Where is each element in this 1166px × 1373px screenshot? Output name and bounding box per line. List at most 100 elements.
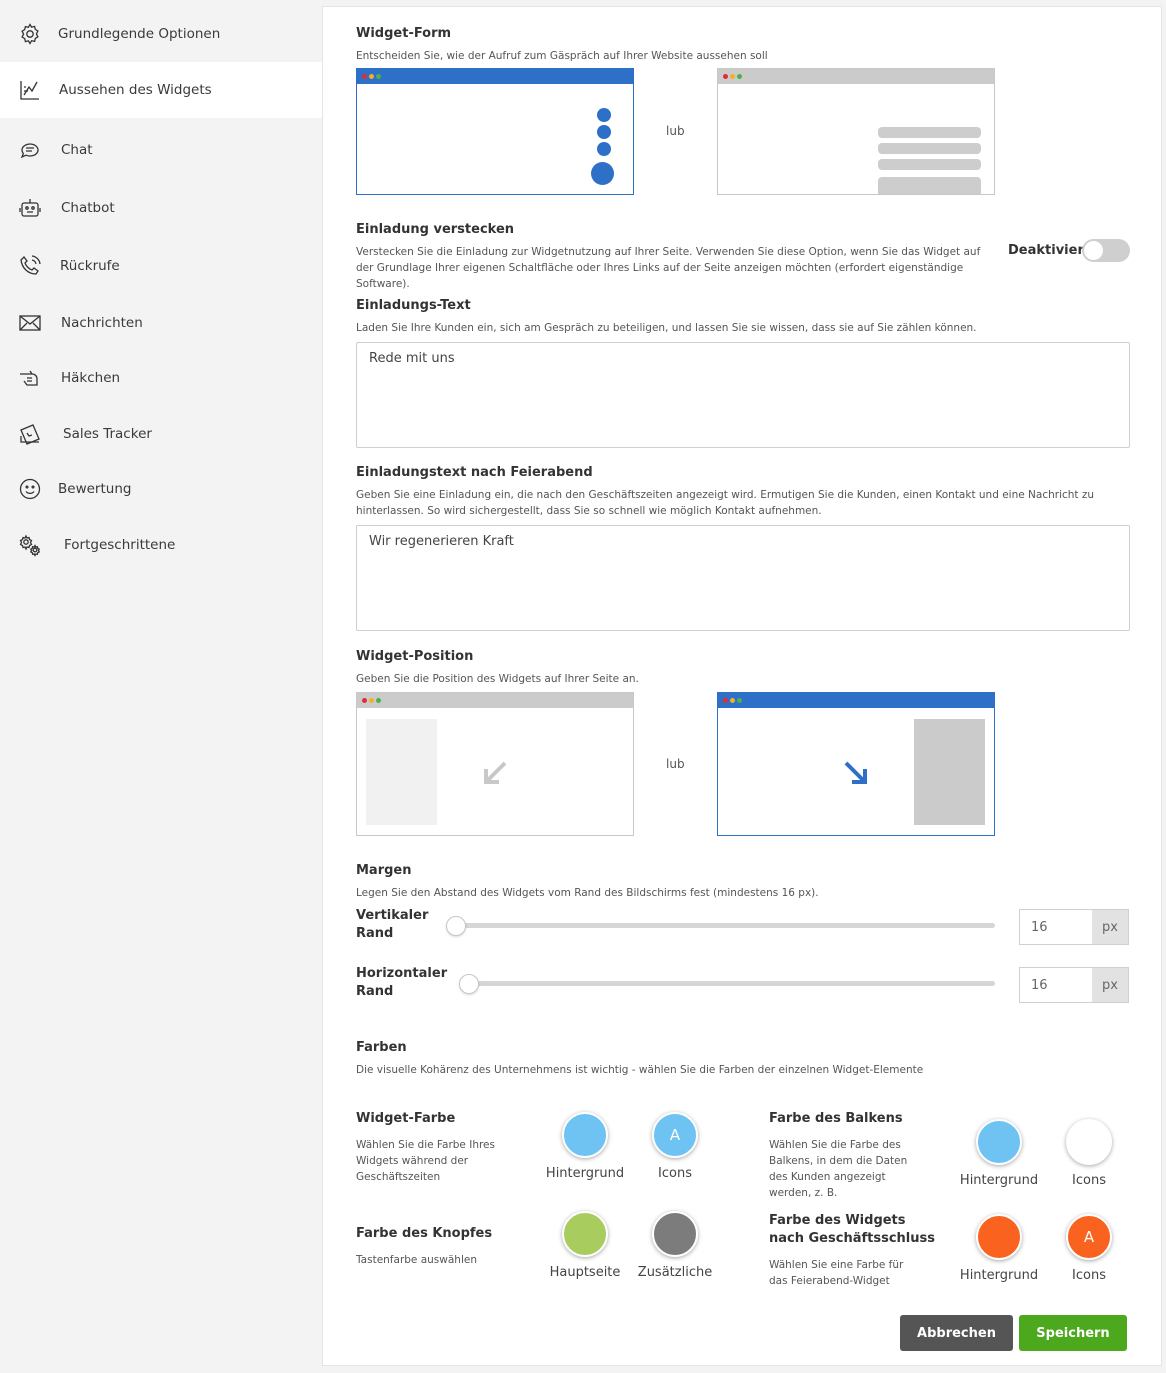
widget-color-background-swatch[interactable] bbox=[562, 1112, 608, 1158]
widget-form-option-bars[interactable] bbox=[717, 68, 995, 195]
dot-yellow bbox=[730, 698, 735, 703]
phone-icon bbox=[17, 253, 43, 279]
horizontal-margin-value[interactable]: 16 bbox=[1020, 968, 1092, 1002]
widget-form-desc: Entscheiden Sie, wie der Aufruf zum Gäsp… bbox=[356, 50, 768, 62]
widget-form-or: lub bbox=[666, 124, 685, 138]
chat-icon bbox=[17, 137, 43, 163]
sidebar-item-callbacks[interactable]: Rückrufe bbox=[0, 238, 323, 294]
sidebar-item-basic-options[interactable]: Grundlegende Optionen bbox=[0, 6, 323, 62]
widget-form-option-bubbles[interactable] bbox=[356, 68, 634, 195]
margins-desc: Legen Sie den Abstand des Widgets vom Ra… bbox=[356, 887, 819, 899]
vertical-margin-slider[interactable] bbox=[446, 923, 995, 928]
sidebar-item-checkmarks[interactable]: Häkchen bbox=[0, 350, 323, 406]
vertical-margin-input[interactable]: 16 px bbox=[1019, 909, 1129, 945]
invitation-text-input[interactable]: Rede mit uns bbox=[356, 342, 1130, 448]
bar-color-title: Farbe des Balkens bbox=[769, 1111, 903, 1126]
sidebar-item-label: Aussehen des Widgets bbox=[59, 82, 212, 98]
margins-title: Margen bbox=[356, 863, 412, 878]
dot-green bbox=[376, 74, 381, 79]
sidebar-item-label: Bewertung bbox=[58, 481, 132, 497]
sidebar-item-chat[interactable]: Chat bbox=[0, 122, 323, 178]
button-color-extra-swatch[interactable] bbox=[652, 1211, 698, 1257]
bar-color-icons-swatch[interactable] bbox=[1066, 1119, 1112, 1165]
widget-position-option-left[interactable] bbox=[356, 692, 634, 836]
dot-green bbox=[376, 698, 381, 703]
widget-panel-shape bbox=[914, 719, 985, 825]
colors-title: Farben bbox=[356, 1040, 407, 1055]
after-hours-color-background-swatch[interactable] bbox=[976, 1214, 1022, 1260]
bubble-icon-large bbox=[591, 162, 614, 185]
arrow-down-right-icon bbox=[844, 761, 867, 784]
cancel-button[interactable]: Abbrechen bbox=[900, 1315, 1013, 1351]
sidebar-item-label: Häkchen bbox=[61, 370, 121, 386]
after-hours-color-title: Farbe des Widgets nach Geschäftsschluss bbox=[769, 1212, 935, 1248]
sidebar-item-chatbot[interactable]: Chatbot bbox=[0, 180, 323, 236]
vertical-margin-slider-handle[interactable] bbox=[446, 916, 466, 936]
hide-invitation-desc: Verstecken Sie die Einladung zur Widgetn… bbox=[356, 246, 981, 290]
title-line: nach Geschäftsschluss bbox=[769, 1231, 935, 1246]
sidebar-item-messages[interactable]: Nachrichten bbox=[0, 295, 323, 351]
arrow-down-left-icon bbox=[484, 761, 507, 784]
horizontal-margin-input[interactable]: 16 px bbox=[1019, 967, 1129, 1003]
after-hours-color-icons-label: Icons bbox=[1072, 1268, 1106, 1283]
sidebar-item-label: Sales Tracker bbox=[63, 426, 152, 442]
sidebar: Grundlegende Optionen Aussehen des Widge… bbox=[0, 0, 323, 1373]
sidebar-item-label: Chatbot bbox=[61, 200, 115, 216]
bar-shape-large bbox=[878, 177, 981, 194]
label-line: Vertikaler bbox=[356, 908, 429, 923]
horizontal-margin-slider[interactable] bbox=[459, 981, 995, 986]
vertical-margin-value[interactable]: 16 bbox=[1020, 910, 1092, 944]
after-hours-text-title: Einladungstext nach Feierabend bbox=[356, 465, 593, 480]
horizontal-margin-slider-handle[interactable] bbox=[459, 974, 479, 994]
sidebar-item-advanced[interactable]: Fortgeschrittene bbox=[0, 517, 323, 573]
button-color-desc: Tastenfarbe auswählen bbox=[356, 1254, 477, 1266]
settings-panel: Widget-Form Entscheiden Sie, wie der Auf… bbox=[322, 6, 1162, 1366]
vertical-margin-unit: px bbox=[1092, 910, 1128, 944]
bar-shape bbox=[878, 127, 981, 138]
colors-desc: Die visuelle Kohärenz des Unternehmens i… bbox=[356, 1064, 924, 1076]
widget-color-background-label: Hintergrund bbox=[545, 1166, 625, 1181]
dot-red bbox=[723, 698, 728, 703]
brush-icon bbox=[17, 77, 43, 103]
browser-bar bbox=[357, 693, 633, 708]
widget-position-option-right[interactable] bbox=[717, 692, 995, 836]
invitation-text-title: Einladungs-Text bbox=[356, 298, 471, 313]
sidebar-item-label: Nachrichten bbox=[61, 315, 143, 331]
bar-color-background-label: Hintergrund bbox=[959, 1173, 1039, 1188]
after-hours-color-icons-swatch[interactable]: A bbox=[1066, 1214, 1112, 1260]
robot-icon bbox=[17, 195, 43, 221]
widget-form-title: Widget-Form bbox=[356, 26, 452, 41]
money-ticket-icon bbox=[17, 421, 43, 447]
sidebar-item-label: Fortgeschrittene bbox=[64, 537, 176, 553]
save-button[interactable]: Speichern bbox=[1019, 1315, 1127, 1351]
dot-green bbox=[737, 74, 742, 79]
widget-color-icons-swatch[interactable]: A bbox=[652, 1112, 698, 1158]
widget-panel-shape bbox=[366, 719, 437, 825]
widget-color-desc: Wählen Sie die Farbe Ihres Widgets währe… bbox=[356, 1139, 495, 1183]
sidebar-item-label: Chat bbox=[61, 142, 93, 158]
bar-color-desc: Wählen Sie die Farbe des Balkens, in dem… bbox=[769, 1139, 908, 1199]
sidebar-item-widget-appearance[interactable]: Aussehen des Widgets bbox=[0, 62, 323, 118]
vertical-margin-label: Vertikaler Rand bbox=[356, 907, 428, 943]
hide-invitation-toggle[interactable] bbox=[1082, 239, 1130, 262]
sidebar-item-sales-tracker[interactable]: Sales Tracker bbox=[0, 406, 323, 462]
pointing-hand-icon bbox=[17, 365, 43, 391]
browser-bar bbox=[718, 693, 994, 708]
dot-yellow bbox=[369, 74, 374, 79]
bar-shape bbox=[878, 159, 981, 170]
after-hours-text-input[interactable]: Wir regenerieren Kraft bbox=[356, 525, 1130, 631]
button-color-main-swatch[interactable] bbox=[562, 1211, 608, 1257]
dot-green bbox=[737, 698, 742, 703]
hide-invitation-title: Einladung verstecken bbox=[356, 222, 515, 237]
sidebar-item-rating[interactable]: Bewertung bbox=[0, 461, 323, 517]
bar-color-icons-label: Icons bbox=[1072, 1173, 1106, 1188]
bar-color-background-swatch[interactable] bbox=[976, 1119, 1022, 1165]
invitation-text-desc: Laden Sie Ihre Kunden ein, sich am Gespr… bbox=[356, 322, 977, 334]
widget-color-icons-label: Icons bbox=[658, 1166, 692, 1181]
label-line: Horizontaler bbox=[356, 966, 448, 981]
browser-bar bbox=[357, 69, 633, 84]
gears-icon bbox=[17, 532, 43, 558]
envelope-icon bbox=[17, 310, 43, 336]
bubble-icon bbox=[597, 125, 611, 139]
toggle-knob bbox=[1084, 241, 1103, 260]
